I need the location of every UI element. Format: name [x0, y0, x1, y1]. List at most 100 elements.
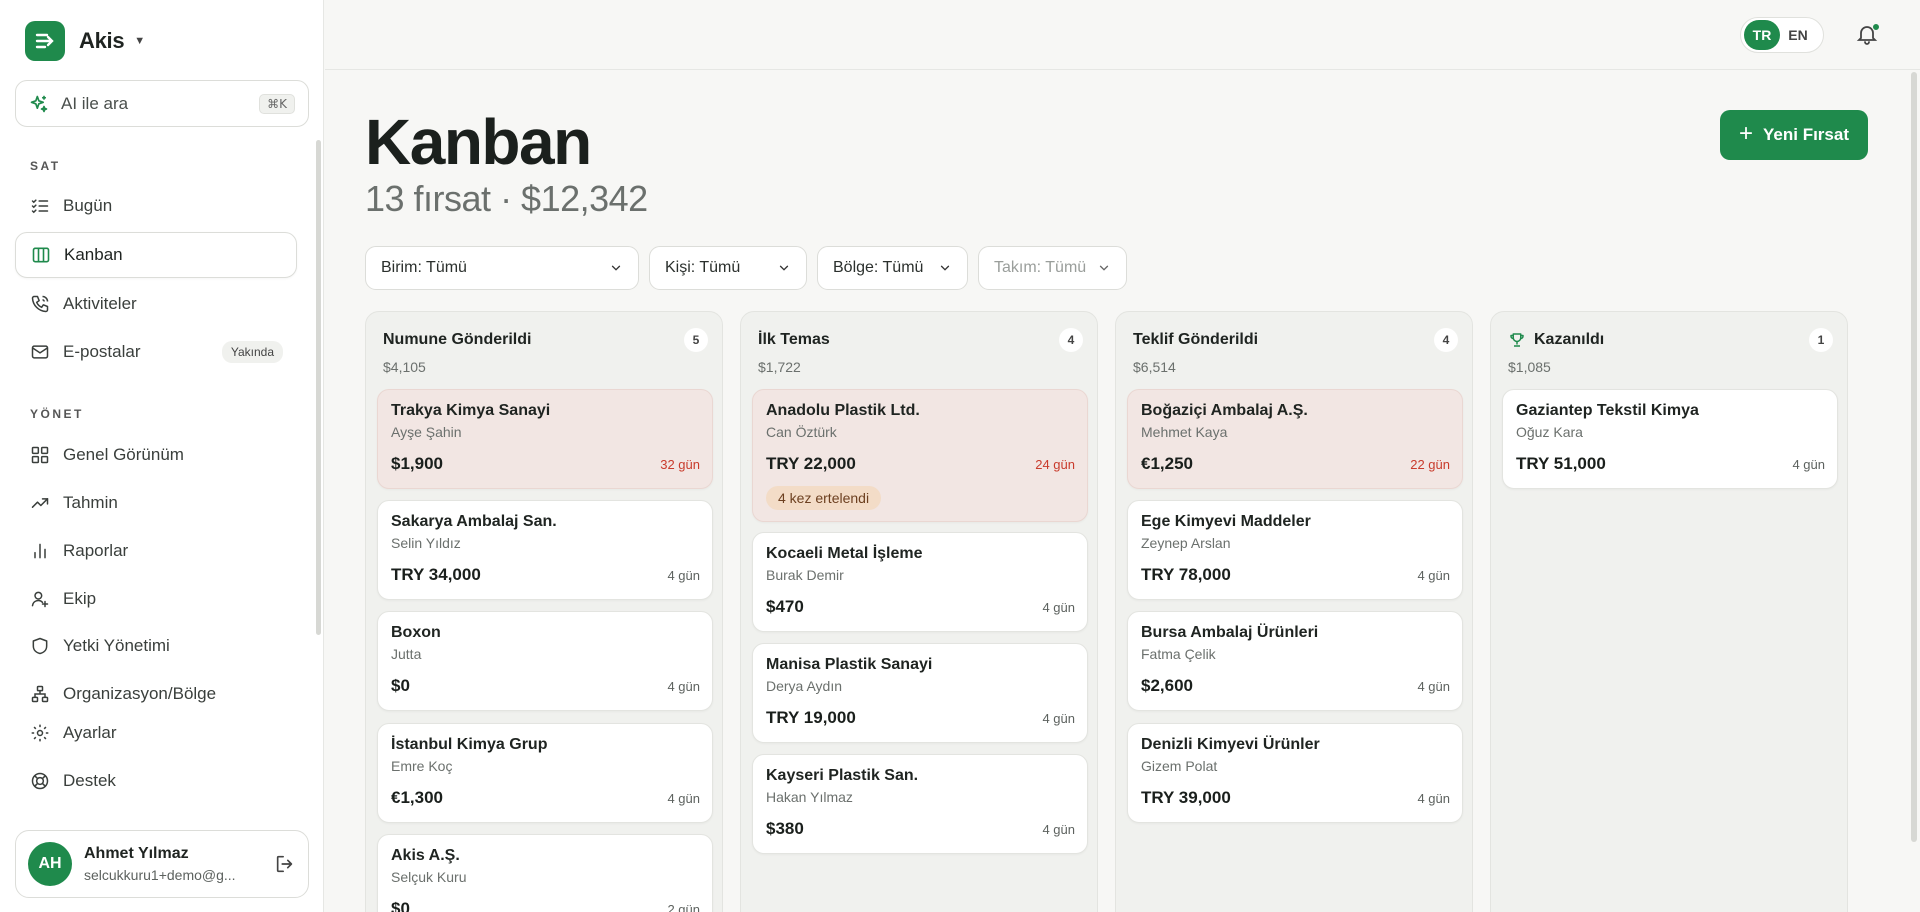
sidebar-item-settings[interactable]: Ayarlar — [15, 710, 297, 756]
lang-en-button[interactable]: EN — [1780, 20, 1816, 50]
deal-amount: $0 — [391, 899, 410, 912]
notifications-button[interactable] — [1855, 22, 1881, 48]
deal-amount: TRY 34,000 — [391, 565, 481, 584]
coming-soon-badge: Yakında — [221, 341, 283, 363]
column-total: $1,085 — [1508, 359, 1551, 375]
sidebar-item-label: Tahmin — [63, 493, 118, 512]
main-scrollbar[interactable] — [1911, 72, 1917, 842]
phone-icon — [29, 293, 51, 315]
unit-filter-label: Birim: Tümü — [381, 259, 467, 276]
column-title: Teklif Gönderildi — [1133, 331, 1259, 348]
chevron-down-icon — [1099, 265, 1109, 271]
deal-card[interactable]: Bursa Ambalaj Ürünleri Fatma Çelik $2,60… — [1127, 611, 1463, 711]
sidebar-item-overview[interactable]: Genel Görünüm — [15, 432, 297, 478]
sidebar-item-label: Ayarlar — [63, 723, 117, 742]
deal-card[interactable]: İstanbul Kimya Grup Emre Koç €1,300 4 gü… — [377, 723, 713, 823]
person-filter[interactable]: Kişi: Tümü — [649, 246, 807, 290]
column-total: $4,105 — [383, 359, 426, 375]
trending-up-icon — [29, 492, 51, 514]
lang-tr-button[interactable]: TR — [1744, 20, 1780, 50]
topbar: TR EN — [325, 0, 1920, 70]
bar-chart-icon — [29, 540, 51, 562]
deal-contact: Selin Yıldız — [391, 535, 461, 551]
deal-card[interactable]: Akis A.Ş. Selçuk Kuru $0 2 gün — [377, 834, 713, 912]
deal-footer: $0 4 gün — [391, 676, 700, 696]
deal-age: 2 gün — [667, 901, 700, 912]
section-label-manage: YÖNET — [30, 407, 84, 421]
trophy-icon — [1510, 333, 1524, 347]
sidebar-item-permissions[interactable]: Yetki Yönetimi — [15, 623, 297, 669]
brand-switcher[interactable]: Akis ▼ — [25, 21, 145, 61]
deal-card[interactable]: Ege Kimyevi Maddeler Zeynep Arslan TRY 7… — [1127, 500, 1463, 600]
column-count-badge: 5 — [684, 328, 708, 352]
chevron-down-icon — [779, 265, 789, 271]
deal-card[interactable]: Kocaeli Metal İşleme Burak Demir $470 4 … — [752, 532, 1088, 632]
team-filter-label: Takım: Tümü — [994, 259, 1087, 276]
unit-filter[interactable]: Birim: Tümü — [365, 246, 639, 290]
deal-card[interactable]: Gaziantep Tekstil Kimya Oğuz Kara TRY 51… — [1502, 389, 1838, 489]
logout-icon[interactable] — [274, 853, 296, 875]
deal-age: 22 gün — [1410, 456, 1450, 472]
deal-title: Sakarya Ambalaj San. — [391, 513, 557, 530]
deal-card[interactable]: Trakya Kimya Sanayi Ayşe Şahin $1,900 32… — [377, 389, 713, 489]
column-title: Kazanıldı — [1534, 331, 1605, 348]
region-filter[interactable]: Bölge: Tümü — [817, 246, 968, 290]
grid-icon — [29, 444, 51, 466]
deal-footer: TRY 51,000 4 gün — [1516, 454, 1825, 474]
deal-age: 4 gün — [1417, 678, 1450, 694]
user-card[interactable]: AH Ahmet Yılmaz selcukkuru1+demo@g... — [15, 830, 309, 898]
deal-title: İstanbul Kimya Grup — [391, 736, 548, 753]
kanban-icon — [30, 244, 52, 266]
team-filter[interactable]: Takım: Tümü — [978, 246, 1127, 290]
sidebar-item-team[interactable]: Ekip — [15, 576, 297, 622]
notification-dot — [1872, 23, 1880, 31]
sidebar-item-activities[interactable]: Aktiviteler — [15, 281, 297, 327]
ai-search-label: AI ile ara — [61, 93, 129, 113]
sidebar-item-today[interactable]: Bugün — [15, 183, 297, 229]
deal-card[interactable]: Sakarya Ambalaj San. Selin Yıldız TRY 34… — [377, 500, 713, 600]
page-title: Kanban — [365, 106, 592, 178]
column-count-badge: 1 — [1809, 328, 1833, 352]
deal-contact: Emre Koç — [391, 758, 453, 774]
deal-amount: TRY 39,000 — [1141, 788, 1231, 807]
ai-search-button[interactable]: AI ile ara ⌘K — [15, 80, 309, 127]
brand-logo-icon — [25, 21, 65, 61]
plus-icon: + — [1739, 120, 1754, 147]
sparkle-icon — [30, 95, 48, 112]
deal-contact: Zeynep Arslan — [1141, 535, 1231, 551]
sidebar-scrollbar[interactable] — [316, 140, 321, 635]
user-email: selcukkuru1+demo@g... — [84, 867, 236, 883]
sidebar-item-emails[interactable]: E-postalar Yakında — [15, 329, 297, 375]
deal-footer: €1,250 22 gün — [1141, 454, 1450, 474]
language-switcher: TR EN — [1740, 17, 1824, 53]
column-count-badge: 4 — [1434, 328, 1458, 352]
deal-age: 4 gün — [667, 678, 700, 694]
deal-contact: Mehmet Kaya — [1141, 424, 1228, 440]
column-count-badge: 4 — [1059, 328, 1083, 352]
column-title: Numune Gönderildi — [383, 331, 532, 348]
sidebar-item-reports[interactable]: Raporlar — [15, 528, 297, 574]
deal-age: 4 gün — [1042, 821, 1075, 837]
user-name: Ahmet Yılmaz — [84, 845, 189, 862]
deal-amount: €1,250 — [1141, 454, 1193, 473]
deal-card[interactable]: Manisa Plastik Sanayi Derya Aydın TRY 19… — [752, 643, 1088, 743]
deal-card[interactable]: Boxon Jutta $0 4 gün — [377, 611, 713, 711]
deal-card[interactable]: Denizli Kimyevi Ürünler Gizem Polat TRY … — [1127, 723, 1463, 823]
sidebar-item-kanban[interactable]: Kanban — [15, 232, 297, 278]
deal-card[interactable]: Anadolu Plastik Ltd. Can Öztürk TRY 22,0… — [752, 389, 1088, 522]
sidebar-item-support[interactable]: Destek — [15, 758, 297, 804]
deal-contact: Jutta — [391, 646, 422, 662]
org-chart-icon — [29, 683, 51, 705]
section-label-sell: SAT — [30, 159, 61, 173]
sidebar-item-forecast[interactable]: Tahmin — [15, 480, 297, 526]
deal-contact: Selçuk Kuru — [391, 869, 467, 885]
kanban-column: Numune Gönderildi 5 $4,105 Trakya Kimya … — [365, 311, 723, 912]
deal-contact: Derya Aydın — [766, 678, 843, 694]
deal-footer: $380 4 gün — [766, 819, 1075, 839]
deal-footer: TRY 39,000 4 gün — [1141, 788, 1450, 808]
lifebuoy-icon — [29, 770, 51, 792]
deal-card[interactable]: Kayseri Plastik San. Hakan Yılmaz $380 4… — [752, 754, 1088, 854]
deal-card[interactable]: Boğaziçi Ambalaj A.Ş. Mehmet Kaya €1,250… — [1127, 389, 1463, 489]
deal-title: Gaziantep Tekstil Kimya — [1516, 402, 1699, 419]
new-opportunity-button[interactable]: + Yeni Fırsat — [1720, 110, 1868, 160]
